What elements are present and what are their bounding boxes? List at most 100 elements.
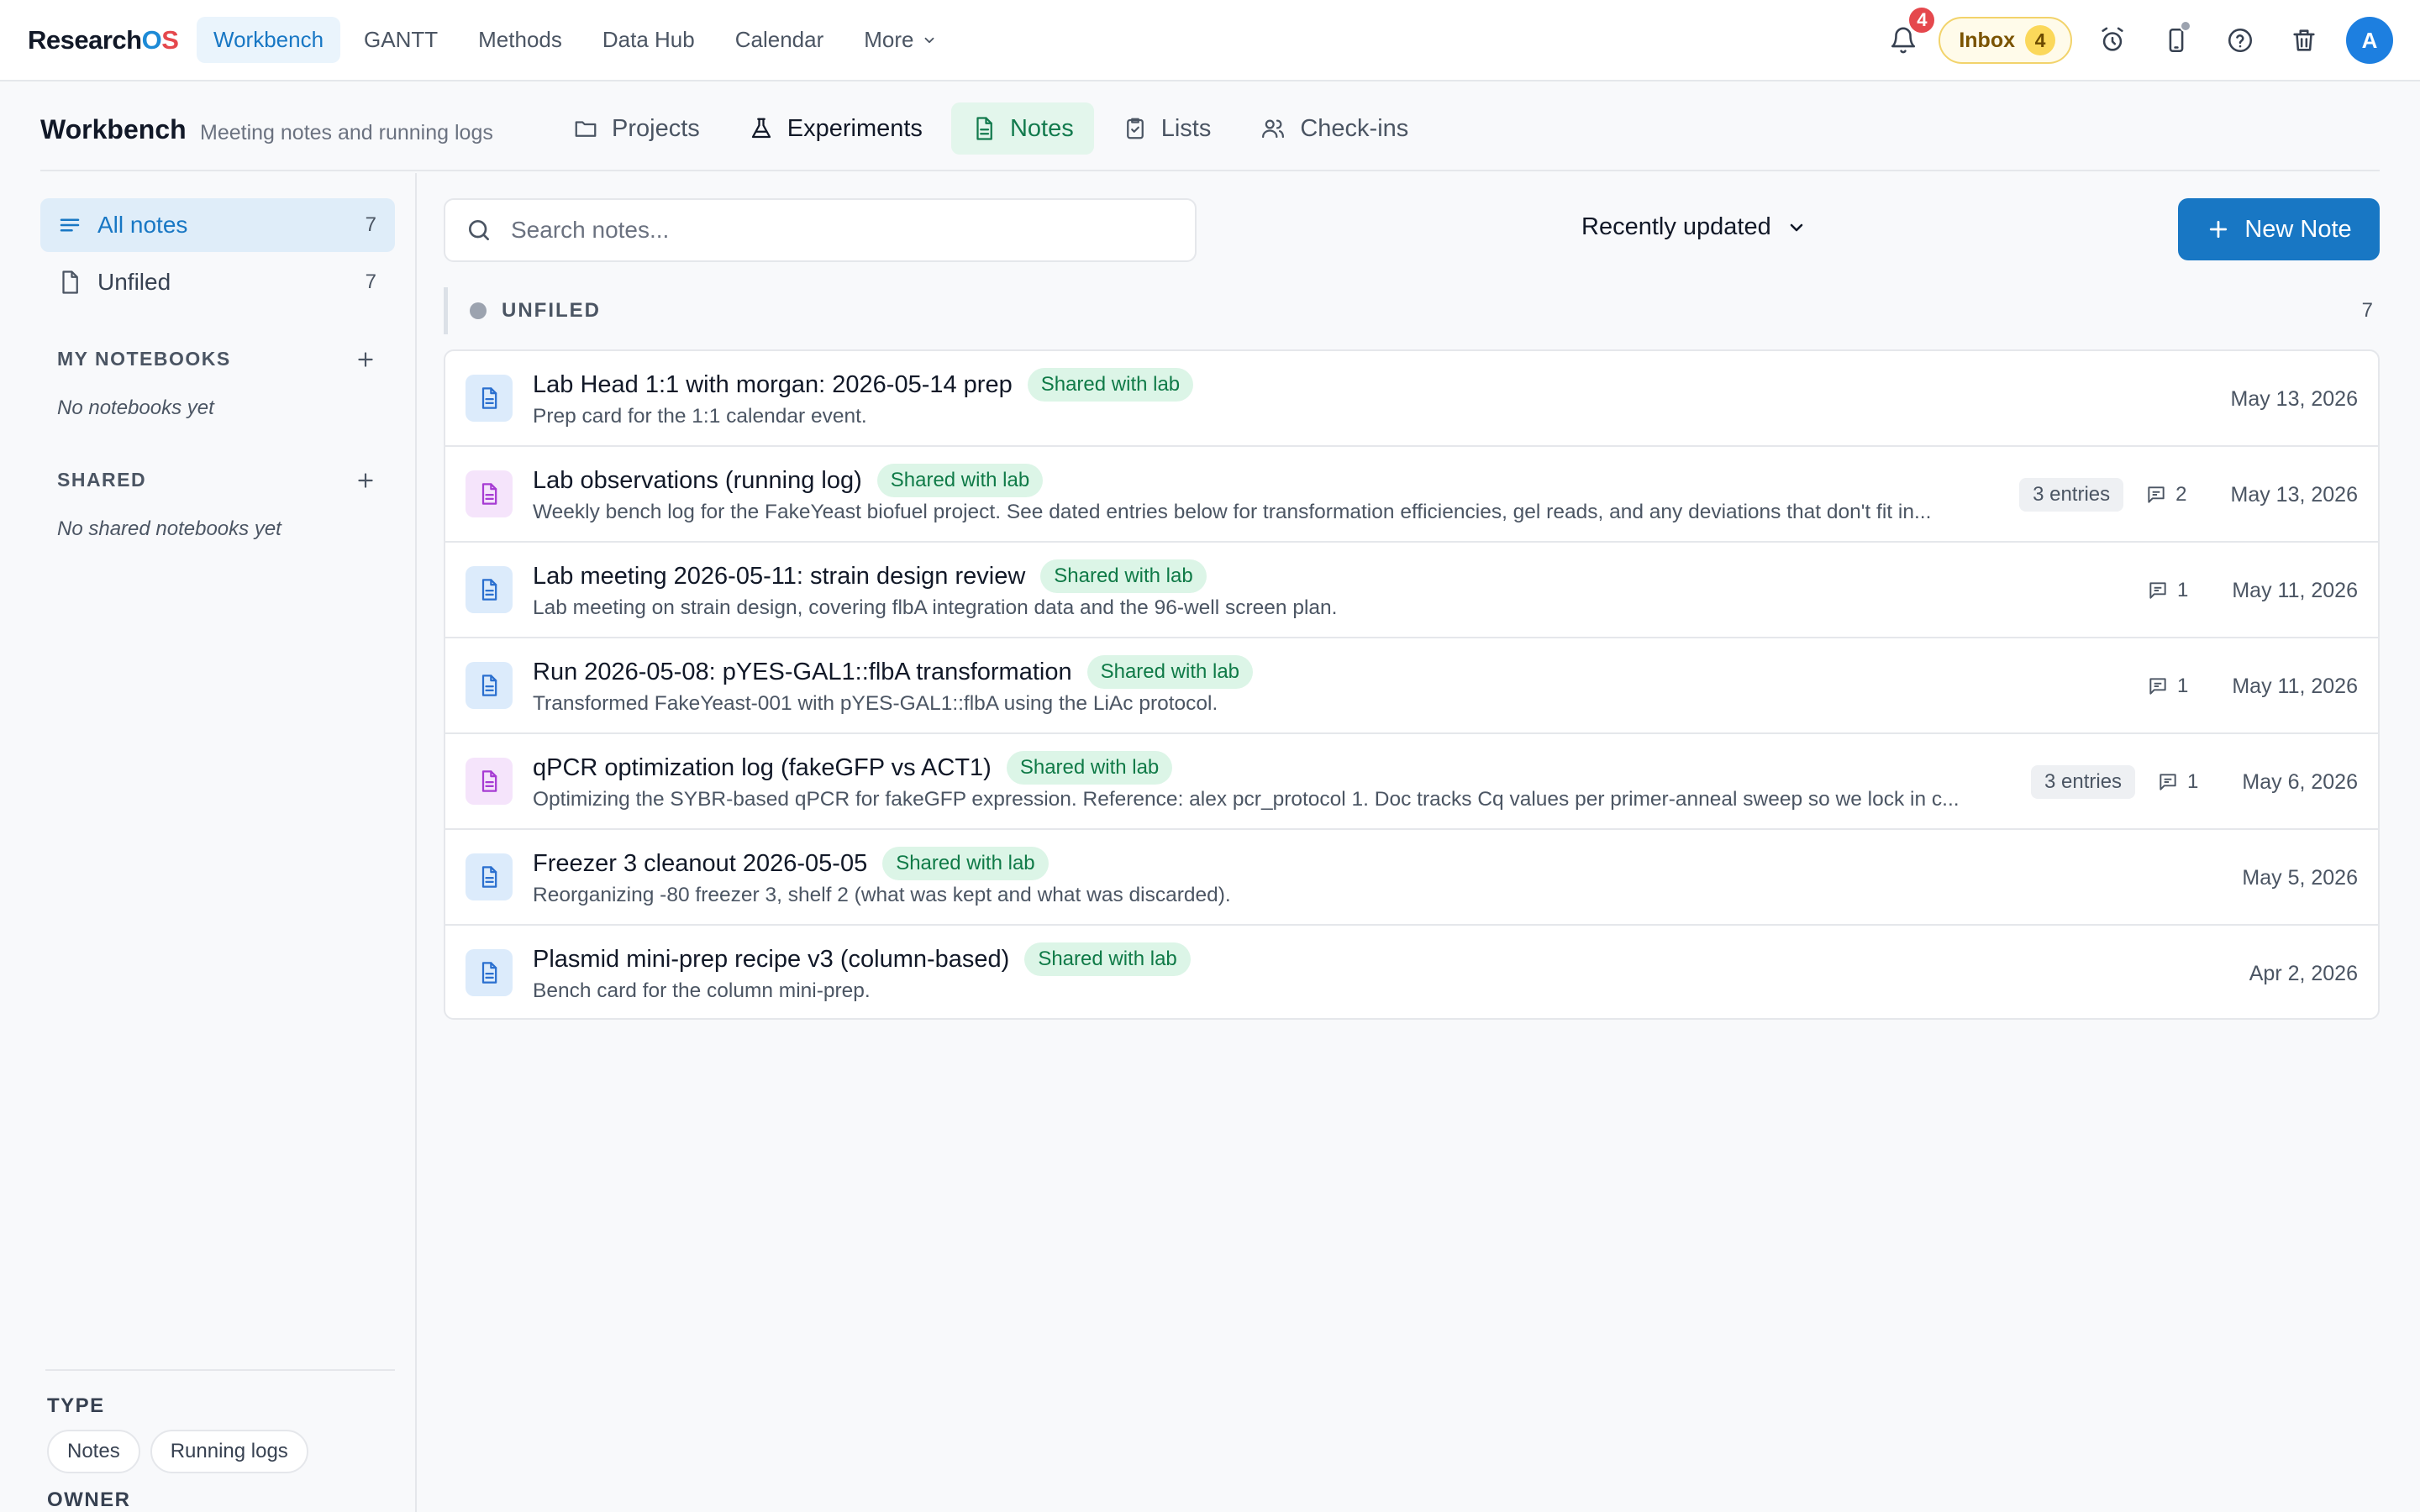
shared-with-lab-badge: Shared with lab (1006, 751, 1173, 785)
alarm-clock-icon (2098, 26, 2127, 55)
help-button[interactable] (2217, 17, 2264, 64)
trash-button[interactable] (2281, 17, 2328, 64)
plus-icon (2206, 217, 2231, 242)
note-title-line: Lab observations (running log) Shared wit… (533, 464, 1044, 497)
note-title[interactable]: Lab meeting 2026-05-11: strain design re… (533, 563, 1025, 591)
note-title[interactable]: Plasmid mini-prep recipe v3 (column-base… (533, 946, 1009, 974)
search-box (444, 198, 1197, 262)
new-note-label: New Note (2244, 215, 2352, 243)
shared-with-lab-badge: Shared with lab (882, 847, 1049, 880)
note-row[interactable]: Lab meeting 2026-05-11: strain design re… (445, 543, 2378, 638)
entries-count-badge: 3 entries (2030, 765, 2136, 799)
group-dot (470, 302, 487, 319)
sidebar-item-unfiled[interactable]: Unfiled 7 (40, 255, 395, 309)
note-title[interactable]: Run 2026-05-08: pYES-GAL1::flbA transfor… (533, 659, 1072, 686)
search-input[interactable] (511, 217, 1166, 244)
nav-item-workbench[interactable]: Workbench (197, 17, 341, 63)
note-updated-date: May 6, 2026 (2242, 769, 2358, 794)
my-notebooks-header: MY NOTEBOOKS (57, 348, 376, 370)
running-log-icon (466, 470, 513, 517)
note-title[interactable]: Lab observations (running log) (533, 467, 862, 495)
nav-item-more[interactable]: More (847, 17, 954, 63)
running-log-icon (466, 758, 513, 805)
plus-icon (355, 349, 376, 370)
nav-item-methods[interactable]: Methods (461, 17, 579, 63)
note-description: Transformed FakeYeast-001 with pYES-GAL1… (533, 692, 1218, 715)
note-title-line: Lab meeting 2026-05-11: strain design re… (533, 559, 1207, 593)
note-description: Prep card for the 1:1 calendar event. (533, 405, 867, 428)
trash-icon (2290, 26, 2318, 55)
note-meta: 3 entries 1 May 6, 2026 (2030, 764, 2358, 800)
comments-count-value: 1 (2177, 675, 2189, 697)
main-nav: Workbench GANTT Methods Data Hub Calenda… (197, 17, 960, 63)
shared-notebooks-header: SHARED (57, 469, 376, 491)
sidebar-item-all-notes[interactable]: All notes 7 (40, 198, 395, 252)
mobile-device-button[interactable] (2153, 17, 2200, 64)
sort-dropdown[interactable]: Recently updated (1581, 213, 1807, 241)
comment-icon (2157, 771, 2179, 793)
tab-projects[interactable]: Projects (553, 102, 720, 155)
note-document-icon (466, 853, 513, 900)
list-lines-icon (57, 213, 82, 238)
note-row[interactable]: Lab Head 1:1 with morgan: 2026-05-14 pre… (445, 351, 2378, 447)
nav-item-calendar[interactable]: Calendar (718, 17, 841, 63)
note-title[interactable]: Lab Head 1:1 with morgan: 2026-05-14 pre… (533, 371, 1013, 399)
top-right-actions: 4 Inbox 4 A (1863, 5, 2393, 64)
note-title[interactable]: qPCR optimization log (fakeGFP vs ACT1) (533, 754, 992, 782)
inbox-count-badge: 4 (2025, 25, 2055, 55)
sort-label: Recently updated (1581, 213, 1771, 240)
nav-item-data-hub[interactable]: Data Hub (586, 17, 712, 63)
note-description: Reorganizing -80 freezer 3, shelf 2 (wha… (533, 884, 1231, 906)
tab-experiments[interactable]: Experiments (729, 102, 943, 155)
note-description: Weekly bench log for the FakeYeast biofu… (533, 501, 1932, 523)
clipboard-check-icon (1123, 116, 1148, 141)
filter-chip-notes[interactable]: Notes (47, 1430, 140, 1473)
alarm-button[interactable] (2089, 17, 2136, 64)
shared-with-lab-badge: Shared with lab (1086, 655, 1254, 689)
tab-notes[interactable]: Notes (950, 102, 1094, 155)
tab-check-ins-label: Check-ins (1300, 114, 1409, 142)
note-row[interactable]: Plasmid mini-prep recipe v3 (column-base… (445, 926, 2378, 1018)
note-row[interactable]: Lab observations (running log) Shared wit… (445, 447, 2378, 543)
tab-lists[interactable]: Lists (1102, 102, 1232, 155)
note-title-line: qPCR optimization log (fakeGFP vs ACT1) S… (533, 751, 1173, 785)
folder-icon (573, 116, 598, 141)
comment-icon (2147, 580, 2169, 601)
notifications-button[interactable]: 4 (1880, 5, 1938, 64)
user-avatar[interactable]: A (2346, 17, 2393, 64)
shared-notebooks-label: SHARED (57, 469, 147, 491)
shared-with-lab-badge: Shared with lab (1027, 368, 1194, 402)
my-notebooks-empty: No notebooks yet (57, 396, 214, 419)
note-row[interactable]: Freezer 3 cleanout 2026-05-05 Shared with… (445, 830, 2378, 926)
note-row[interactable]: Run 2026-05-08: pYES-GAL1::flbA transfor… (445, 638, 2378, 734)
notes-sidebar: All notes 7 Unfiled 7 MY NOTEBOOKS No no… (0, 173, 417, 1512)
comments-count: 1 (2147, 579, 2188, 602)
comments-count-value: 1 (2177, 579, 2189, 601)
filter-type-label: TYPE (47, 1394, 105, 1417)
add-shared-notebook-button[interactable] (355, 470, 376, 491)
note-title[interactable]: Freezer 3 cleanout 2026-05-05 (533, 850, 867, 878)
filter-chip-running-logs[interactable]: Running logs (150, 1430, 308, 1473)
file-icon (57, 270, 82, 295)
tab-check-ins[interactable]: Check-ins (1239, 102, 1428, 155)
note-updated-date: May 13, 2026 (2230, 482, 2359, 507)
tab-projects-label: Projects (612, 114, 700, 142)
new-note-button[interactable]: New Note (2178, 198, 2380, 260)
note-meta: Apr 2, 2026 (2249, 956, 2358, 991)
sidebar-item-count: 7 (365, 213, 376, 236)
note-row[interactable]: qPCR optimization log (fakeGFP vs ACT1) S… (445, 734, 2378, 830)
comments-count: 1 (2157, 770, 2198, 794)
inbox-button[interactable]: Inbox 4 (1939, 17, 2072, 64)
nav-item-gantt[interactable]: GANTT (347, 17, 455, 63)
group-label: UNFILED (502, 299, 601, 322)
note-meta: May 5, 2026 (2242, 860, 2358, 895)
note-meta: 1 May 11, 2026 (2147, 669, 2358, 704)
users-icon (1260, 116, 1286, 141)
group-header-unfiled[interactable]: UNFILED 7 (444, 287, 2380, 334)
app-logo[interactable]: ResearchOS (28, 25, 179, 55)
add-notebook-button[interactable] (355, 349, 376, 370)
comments-count-value: 2 (2175, 483, 2187, 506)
note-updated-date: May 11, 2026 (2232, 674, 2358, 698)
page-header: Workbench Meeting notes and running logs… (40, 99, 2380, 171)
note-description: Bench card for the column mini-prep. (533, 979, 871, 1002)
